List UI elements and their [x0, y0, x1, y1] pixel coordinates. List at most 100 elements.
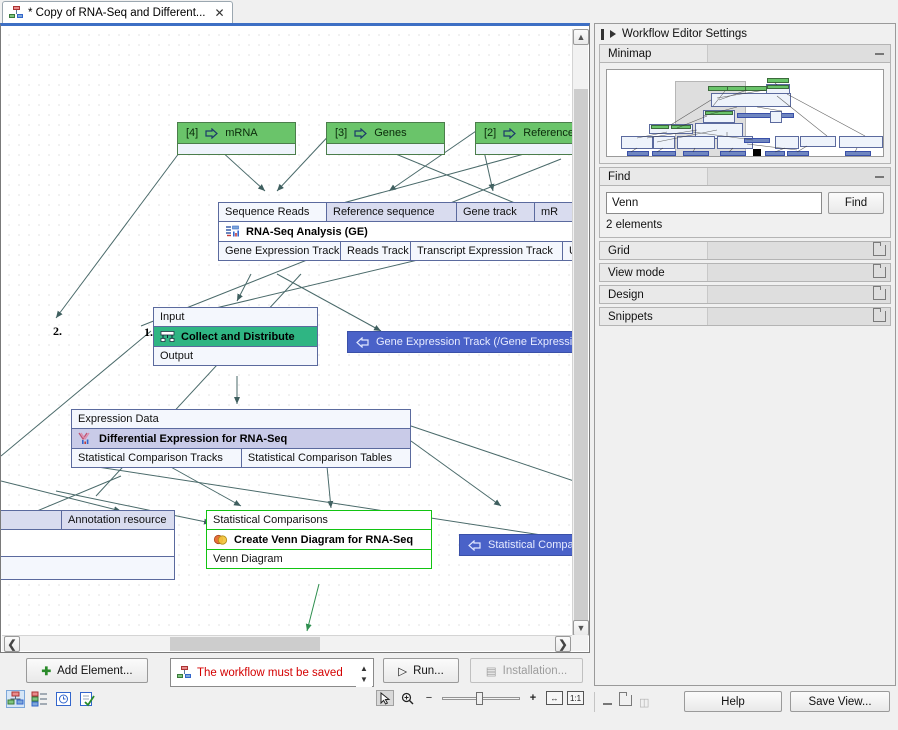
tab-workflow[interactable]: * Copy of RNA-Seq and Different... ✕: [2, 1, 233, 23]
tab-label: * Copy of RNA-Seq and Different...: [28, 7, 206, 19]
input-terminal-reference[interactable]: [2] Reference: [475, 122, 574, 155]
section-header-find[interactable]: Find: [599, 167, 891, 186]
restore-icon[interactable]: [868, 264, 890, 281]
restore-icon[interactable]: [868, 242, 890, 259]
workflow-bottom-bar: ✚ Add Element... The workflow must be sa…: [0, 653, 590, 711]
section-header-snippets[interactable]: Snippets: [599, 307, 891, 326]
node-input-ports: Statistical Comparisons: [207, 511, 431, 529]
expand-panel-icon[interactable]: [610, 30, 616, 38]
port-reference-sequence[interactable]: Reference sequence: [327, 203, 457, 221]
dock-icon[interactable]: ◫: [639, 696, 649, 709]
output-terminal-gene-expression-track[interactable]: Gene Expression Track (/Gene Expression: [347, 331, 574, 353]
run-button[interactable]: ▷ Run...: [383, 658, 459, 683]
node-title-collect-and-distribute: Collect and Distribute: [154, 326, 317, 347]
install-icon: ▤: [486, 664, 497, 678]
port-input[interactable]: Input: [154, 308, 317, 326]
node-create-venn-diagram[interactable]: Statistical Comparisons Create Venn Diag…: [206, 510, 432, 569]
pointer-icon[interactable]: [376, 690, 394, 706]
port-reads-track[interactable]: Reads Track: [341, 242, 411, 260]
scroll-left-icon[interactable]: ❮: [4, 636, 20, 652]
section-header-grid[interactable]: Grid: [599, 241, 891, 260]
validation-icon[interactable]: [78, 690, 97, 708]
restore-icon[interactable]: [868, 286, 890, 303]
canvas-vertical-scrollbar[interactable]: ▲ ▼: [572, 29, 588, 636]
vertical-scroll-thumb[interactable]: [574, 89, 588, 624]
collect-distribute-icon: [160, 330, 175, 343]
section-header-design[interactable]: Design: [599, 285, 891, 304]
fit-width-icon[interactable]: ↔: [546, 691, 563, 705]
plus-icon[interactable]: +: [524, 690, 542, 706]
differential-expression-icon: [78, 432, 93, 445]
node-input-ports: mparisons Annotation resource: [1, 511, 174, 529]
output-terminal-statistical-comparison[interactable]: Statistical Compa: [459, 534, 574, 556]
minimize-icon[interactable]: [868, 45, 890, 62]
tab-bar: * Copy of RNA-Seq and Different... ✕: [0, 0, 590, 23]
node-differential-expression[interactable]: Expression Data Differential Expression …: [71, 409, 411, 468]
terminal-label: Statistical Compa: [488, 539, 574, 551]
section-grid: Grid: [599, 241, 891, 260]
terminal-label: Gene Expression Track (/Gene Expression: [376, 336, 574, 348]
port-statistical-comparisons[interactable]: Statistical Comparisons: [207, 511, 431, 529]
node-label: RNA-Seq Analysis (GE): [246, 226, 368, 238]
node-title-differential-expression: Differential Expression for RNA-Seq: [72, 428, 410, 449]
port-annotation-resource[interactable]: Annotation resource: [62, 511, 174, 529]
workflow-view-icon[interactable]: [6, 690, 25, 708]
add-element-button[interactable]: ✚ Add Element...: [26, 658, 148, 683]
input-terminal-mrna[interactable]: [4] mRNA: [177, 122, 296, 155]
close-icon[interactable]: ✕: [215, 6, 225, 20]
section-header-minimap[interactable]: Minimap: [599, 44, 891, 63]
status-spinner[interactable]: ▲▼: [356, 660, 372, 687]
workflow-list-icon[interactable]: [30, 690, 49, 708]
port-gene-track[interactable]: Gene track: [457, 203, 535, 221]
port-mrna[interactable]: mR: [535, 203, 574, 221]
port-gene-expression-track[interactable]: Gene Expression Track: [219, 242, 341, 260]
node-collect-and-distribute[interactable]: Input Collect and Distribute Output: [153, 307, 318, 366]
plus-icon: ✚: [41, 664, 51, 678]
collapse-icon[interactable]: [603, 696, 612, 708]
help-button[interactable]: Help: [684, 691, 782, 712]
terminal-port: [178, 143, 295, 154]
zoom-slider[interactable]: [442, 691, 520, 705]
find-row: Venn Find: [606, 192, 884, 214]
panel-handle-icon: [601, 29, 604, 40]
minimize-icon[interactable]: [868, 168, 890, 185]
node-output-ports: Statistical Comparison Tracks Statistica…: [72, 449, 410, 467]
zoom-actual-icon[interactable]: 1:1: [567, 691, 584, 705]
port-output[interactable]: Output: [154, 347, 317, 365]
port-annotation-output[interactable]: [1, 557, 174, 579]
input-arrow-icon: [503, 128, 516, 139]
canvas-horizontal-scrollbar[interactable]: ❮ ❯: [2, 635, 573, 651]
section-find: Find Venn Find 2 elements: [599, 167, 891, 238]
scrollbar-corner: [572, 635, 588, 651]
workflow-icon: [177, 666, 191, 679]
zoom-in-icon[interactable]: [398, 690, 416, 706]
horizontal-scroll-thumb[interactable]: [170, 637, 320, 651]
find-button[interactable]: Find: [828, 192, 884, 214]
scroll-right-icon[interactable]: ❯: [555, 636, 571, 652]
scroll-down-icon[interactable]: ▼: [573, 620, 589, 636]
minus-icon[interactable]: −: [420, 690, 438, 706]
port-venn-diagram[interactable]: Venn Diagram: [207, 550, 431, 568]
restore-icon[interactable]: [868, 308, 890, 325]
save-view-button[interactable]: Save View...: [790, 691, 890, 712]
history-icon[interactable]: [54, 690, 73, 708]
section-header-view-mode[interactable]: View mode: [599, 263, 891, 282]
node-annotation-partial[interactable]: mparisons Annotation resource: [1, 510, 175, 580]
port-comparisons[interactable]: mparisons: [1, 511, 62, 529]
folder-icon[interactable]: [619, 695, 632, 709]
port-statistical-comparison-tables[interactable]: Statistical Comparison Tables: [242, 449, 410, 467]
minimap-view[interactable]: [606, 69, 884, 157]
scroll-up-icon[interactable]: ▲: [573, 29, 589, 45]
node-rna-seq-analysis[interactable]: Sequence Reads Reference sequence Gene t…: [218, 202, 574, 261]
port-statistical-comparison-tracks[interactable]: Statistical Comparison Tracks: [72, 449, 242, 467]
installation-button: ▤ Installation...: [470, 658, 583, 683]
port-expression-data[interactable]: Expression Data: [72, 410, 410, 428]
port-transcript-expression-track[interactable]: Transcript Expression Track: [411, 242, 563, 260]
find-input[interactable]: Venn: [606, 192, 822, 214]
workflow-canvas[interactable]: [4] mRNA [3] Genes: [1, 26, 574, 634]
zoom-slider-knob[interactable]: [476, 692, 483, 705]
workflow-status-combo[interactable]: The workflow must be saved ▲▼: [170, 658, 374, 687]
footer-icon-group: ◫: [594, 692, 657, 712]
input-terminal-genes[interactable]: [3] Genes: [326, 122, 445, 155]
port-sequence-reads[interactable]: Sequence Reads: [219, 203, 327, 221]
